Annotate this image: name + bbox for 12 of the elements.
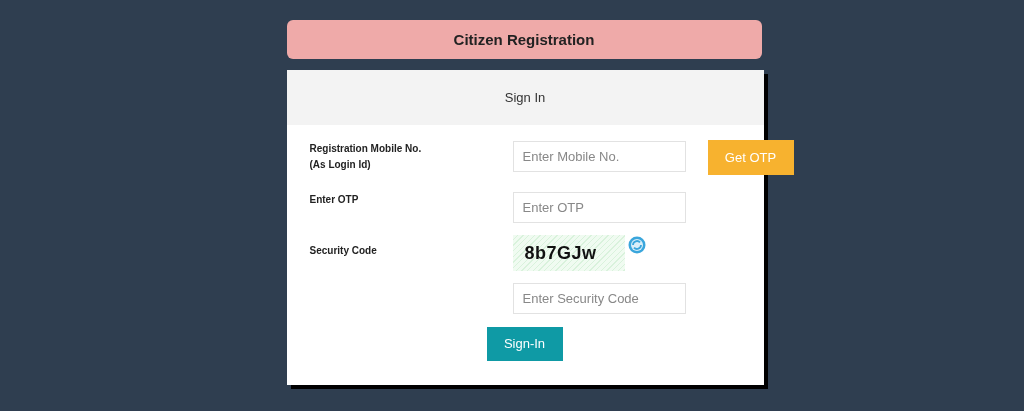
text-field[interactable]: Enter OTP (512, 192, 686, 223)
field-label: Registration Mobile No. (As Login Id) (309, 142, 423, 172)
text-field[interactable]: Enter Mobile No. (512, 141, 686, 172)
text-field[interactable]: Enter Security Code (512, 283, 686, 314)
field-label: Enter OTP (309, 193, 360, 207)
refresh-icon[interactable] (626, 235, 647, 255)
get-otp-button[interactable]: Get OTP (707, 140, 794, 175)
page-title: Citizen Registration (453, 31, 595, 48)
sign-in-button[interactable]: Sign-In (486, 326, 563, 361)
card-title: Sign In (504, 90, 546, 105)
field-label: Security Code (309, 244, 378, 258)
captcha-image: 8b7GJw (512, 235, 625, 271)
